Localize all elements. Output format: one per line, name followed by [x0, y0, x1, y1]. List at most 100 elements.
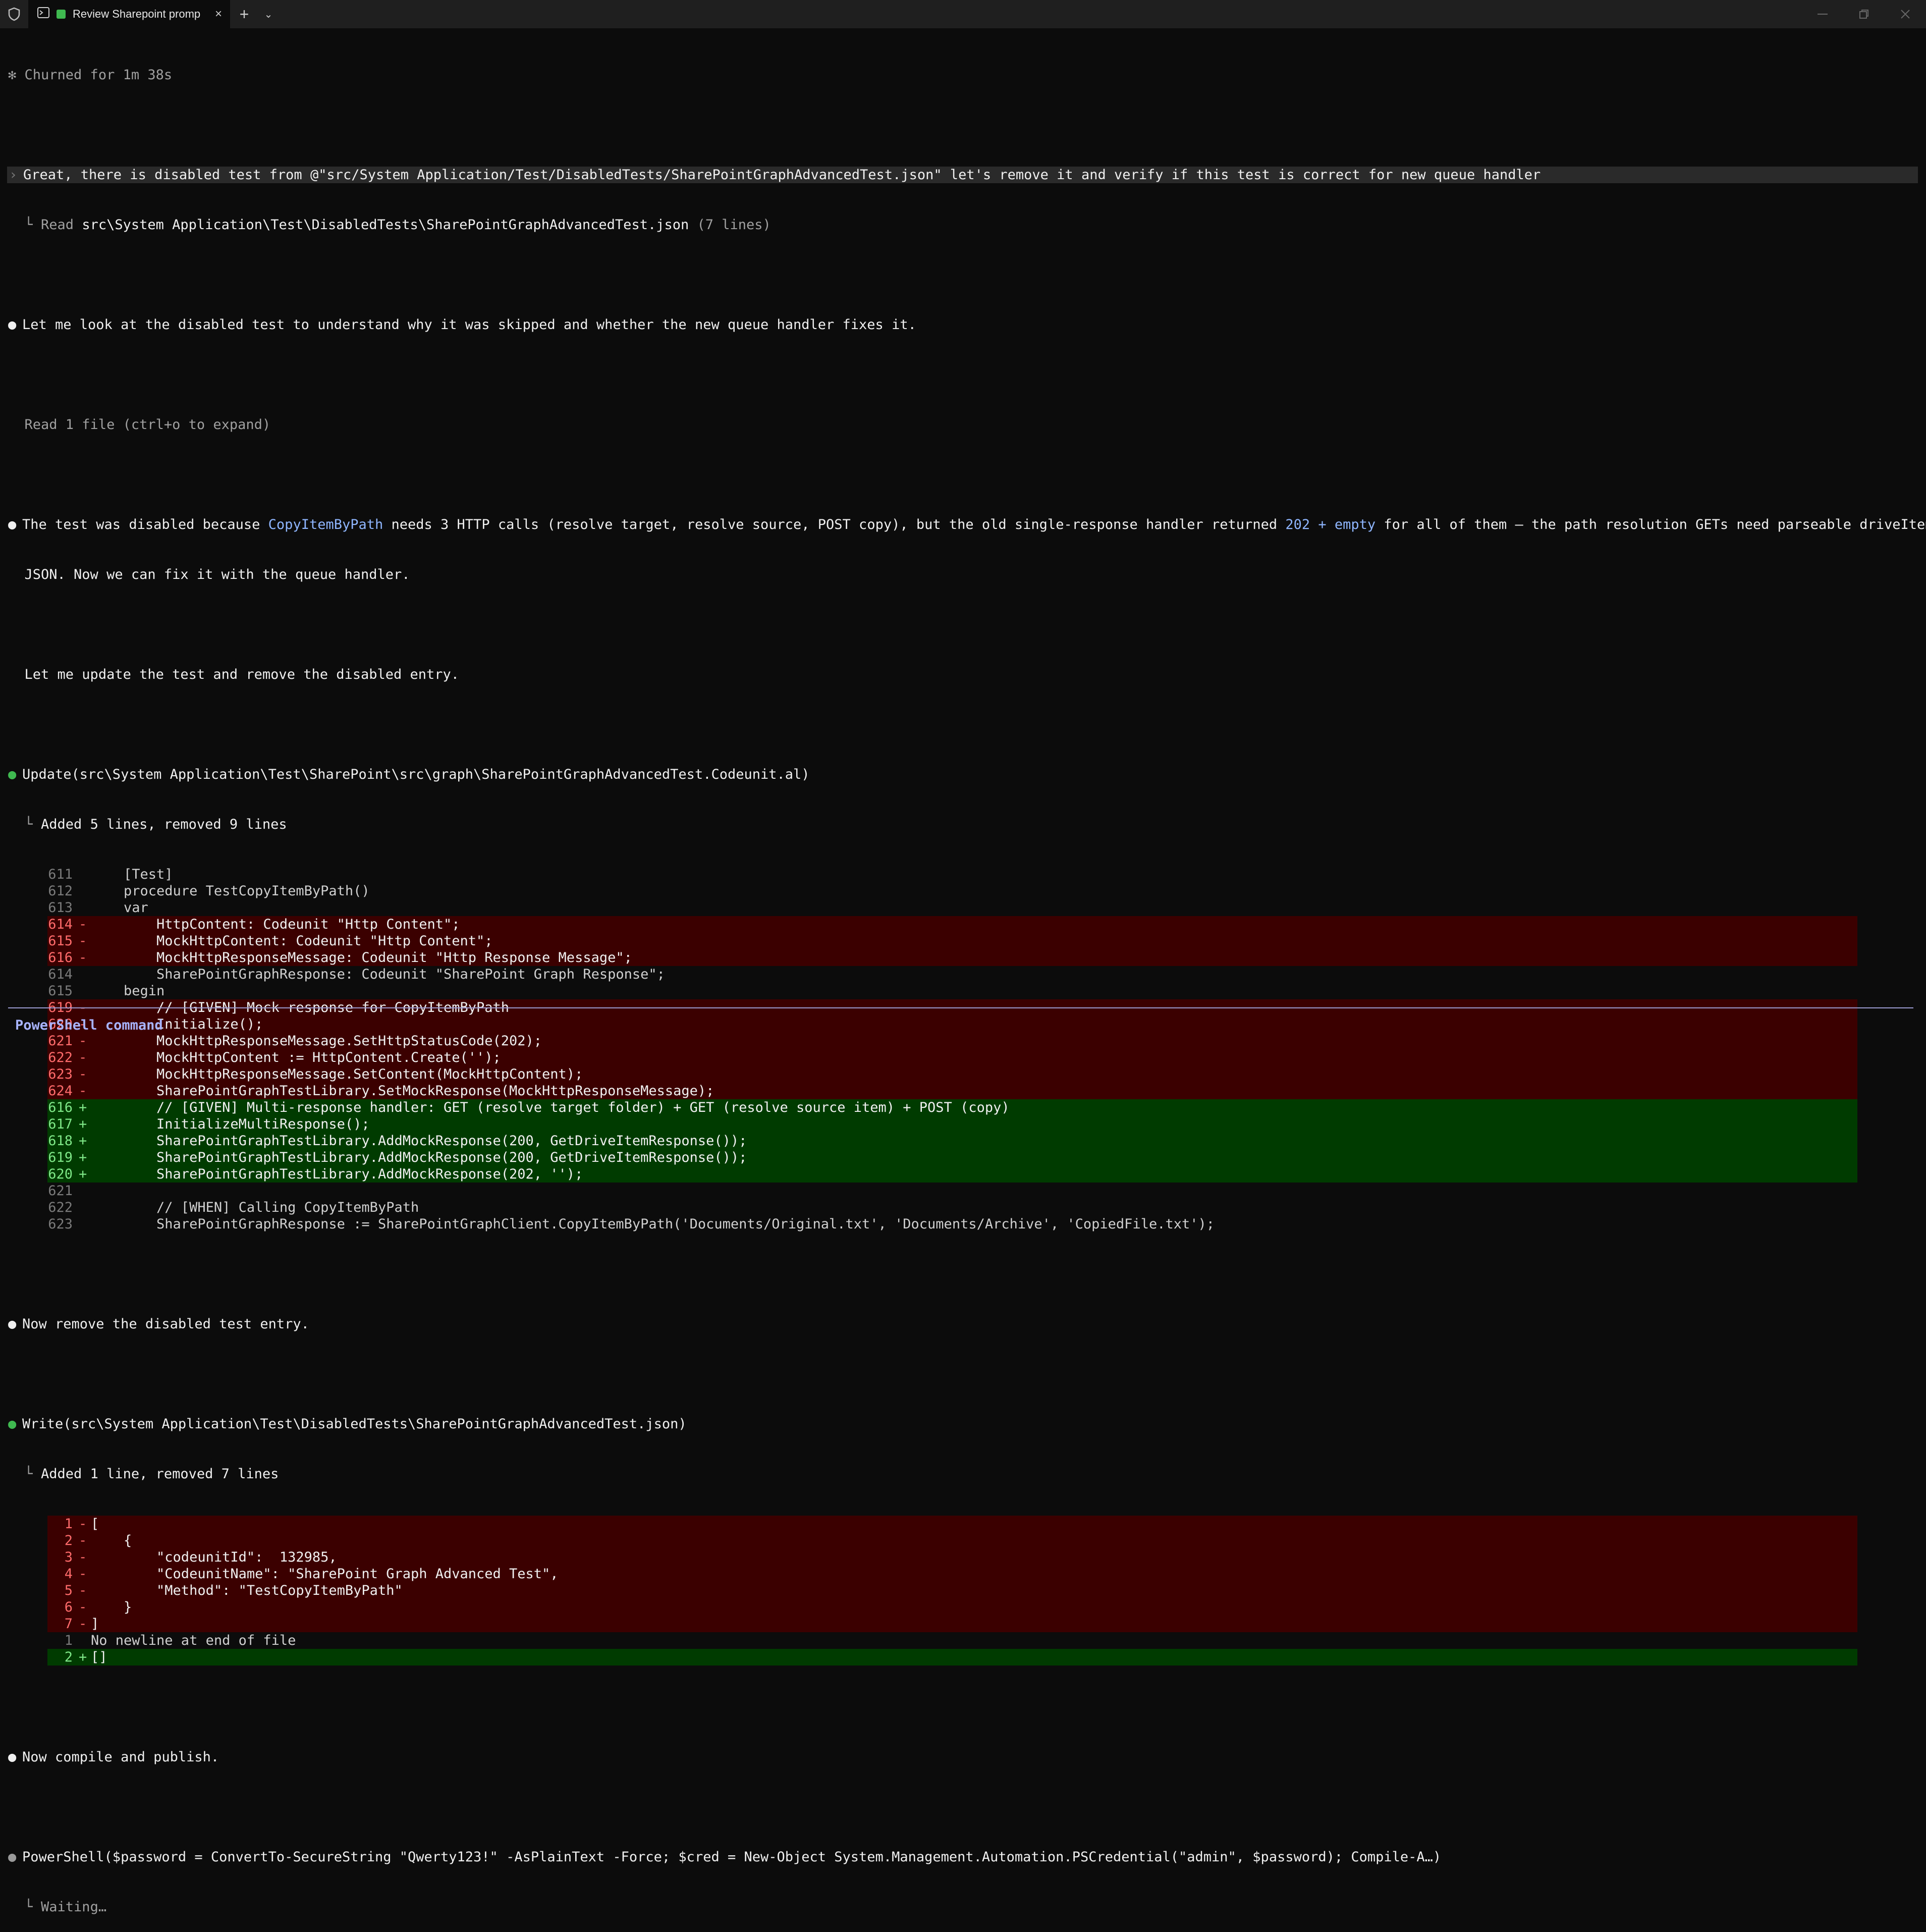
code-text: SharePointGraphResponse: Codeunit "Share… [91, 967, 665, 982]
assistant-message: ● The test was disabled because CopyItemB… [8, 517, 1926, 532]
prompt-chevron-icon: › [9, 167, 18, 183]
line-number: 623 [48, 1216, 73, 1232]
assistant-message: Let me update the test and remove the di… [24, 667, 460, 682]
code-text: procedure TestCopyItemByPath() [91, 883, 370, 899]
line-number: 7 [64, 1616, 73, 1632]
diff-sign: - [79, 1050, 87, 1065]
write-summary: └ Added 1 line, removed 7 lines [24, 1466, 279, 1482]
status-line: ✻ Churned for 1m 38s [0, 67, 1926, 83]
code-text: MockHttpContent: Codeunit "Http Content"… [91, 933, 493, 949]
bullet-icon: ● [8, 517, 17, 532]
spinner-icon: ✻ [8, 67, 25, 83]
tab-active[interactable]: Review Sharepoint promp × [28, 0, 230, 28]
code-text: SharePointGraphTestLibrary.AddMockRespon… [91, 1166, 583, 1182]
diff-sign: - [79, 950, 87, 965]
line-number: 611 [48, 867, 73, 882]
assistant-message: ● Let me look at the disabled test to und… [8, 317, 916, 333]
code-text: begin [91, 983, 165, 999]
line-number: 619 [48, 1150, 73, 1165]
diff-line: 614 SharePointGraphResponse: Codeunit "S… [47, 966, 1857, 983]
code-text: No newline at end of file [91, 1633, 296, 1648]
diff-sign: + [79, 1116, 87, 1132]
diff-line: 623 SharePointGraphResponse := SharePoin… [47, 1216, 1857, 1232]
diff-sign: + [79, 1649, 87, 1665]
bullet-icon: ● [8, 1316, 17, 1332]
diff-sign [79, 1216, 91, 1232]
code-text: InitializeMultiResponse(); [91, 1116, 370, 1132]
powershell-tool-header: ● PowerShell($password = ConvertTo-Secure… [8, 1849, 1442, 1865]
code-text: ] [91, 1616, 99, 1632]
write-tool-header: ● Write(src\System Application\Test\Disab… [8, 1416, 687, 1432]
diff-sign: + [79, 1133, 87, 1149]
diff-sign: - [79, 917, 87, 932]
code-text: { [91, 1533, 132, 1548]
tab-title: Review Sharepoint promp [73, 8, 201, 20]
diff-line: 7-] [47, 1616, 1857, 1632]
code-text: "codeunitId": 132985, [91, 1549, 337, 1565]
success-dot-icon: ● [8, 1416, 17, 1432]
close-tab-icon[interactable]: × [215, 7, 222, 21]
diff-line: 624- SharePointGraphTestLibrary.SetMockR… [47, 1083, 1857, 1099]
diff-sign: - [79, 1583, 87, 1598]
diff-sign [79, 983, 91, 999]
diff-line: 620 + SharePointGraphTestLibrary.AddMockR… [47, 1166, 1857, 1183]
diff-line: 4- "CodeunitName": "SharePoint Graph Adv… [47, 1566, 1857, 1582]
line-number: 621 [48, 1183, 73, 1199]
diff-line: 1 No newline at end of file [47, 1632, 1857, 1649]
line-number: 3 [64, 1549, 73, 1565]
diff-sign: - [79, 1599, 87, 1615]
churned-text: Churned for 1m 38s [24, 67, 173, 83]
line-number: 5 [64, 1583, 73, 1598]
diff-line: 615 begin [47, 983, 1857, 999]
diff-sign [79, 899, 91, 916]
inline-code: CopyItemByPath [268, 517, 383, 532]
line-number: 615 [48, 933, 73, 949]
line-number: 614 [48, 917, 73, 932]
code-text: [Test] [91, 867, 173, 882]
diff-sign: - [79, 1549, 87, 1565]
tab-dropdown-icon[interactable]: ⌄ [258, 8, 279, 21]
line-number: 614 [48, 967, 73, 982]
update-tool-header: ● Update(src\System Application\Test\Shar… [8, 767, 810, 782]
user-prompt: › Great, there is disabled test from @"sr… [7, 167, 1918, 183]
assistant-message: ● Now remove the disabled test entry. [8, 1316, 309, 1332]
powershell-status: └ Waiting… [8, 1899, 107, 1915]
diff-line: 6- } [47, 1599, 1857, 1616]
diff-line: 616 + // [GIVEN] Multi-response handler: … [47, 1099, 1857, 1116]
line-number: 621 [48, 1033, 73, 1049]
line-number: 620 [48, 1166, 73, 1182]
line-number: 2 [64, 1649, 73, 1665]
minimize-icon[interactable] [1802, 0, 1843, 28]
line-number: 618 [48, 1133, 73, 1149]
line-number: 6 [64, 1599, 73, 1615]
restore-icon[interactable] [1843, 0, 1885, 28]
code-text: SharePointGraphTestLibrary.AddMockRespon… [91, 1150, 747, 1165]
diff-sign [79, 866, 91, 883]
diff-line: 615- MockHttpContent: Codeunit "Http Con… [47, 933, 1857, 949]
read-line: └ Read src\System Application\Test\Disab… [8, 217, 771, 233]
terminal-output[interactable]: ✻ Churned for 1m 38s › Great, there is di… [0, 33, 1926, 1932]
line-number: 615 [48, 983, 73, 999]
assistant-message: ● Now compile and publish. [8, 1749, 219, 1765]
code-text: SharePointGraphTestLibrary.SetMockRespon… [91, 1083, 714, 1099]
diff-sign: - [79, 1516, 87, 1532]
footer-label: PowerShell command [15, 1017, 163, 1033]
line-number: 612 [48, 883, 73, 899]
shield-icon[interactable] [0, 0, 28, 28]
diff-line: 1-[ [47, 1516, 1857, 1532]
line-number: 613 [48, 900, 73, 916]
line-number: 623 [48, 1066, 73, 1082]
code-text: [] [91, 1649, 107, 1665]
new-tab-button[interactable]: + [230, 5, 258, 24]
code-text: MockHttpResponseMessage.SetContent(MockH… [91, 1066, 583, 1082]
close-window-icon[interactable] [1885, 0, 1926, 28]
inline-code: 202 + empty [1285, 517, 1376, 532]
diff-line: 2- { [47, 1532, 1857, 1549]
diff-line: 622- MockHttpContent := HttpContent.Crea… [47, 1049, 1857, 1066]
read-files-line[interactable]: Read 1 file (ctrl+o to expand) [0, 416, 1926, 433]
diff-line: 618 + SharePointGraphTestLibrary.AddMockR… [47, 1133, 1857, 1149]
code-text: MockHttpContent := HttpContent.Create(''… [91, 1050, 501, 1065]
title-bar: Review Sharepoint promp × + ⌄ [0, 0, 1926, 28]
line-number: 4 [64, 1566, 73, 1582]
line-number: 624 [48, 1083, 73, 1099]
